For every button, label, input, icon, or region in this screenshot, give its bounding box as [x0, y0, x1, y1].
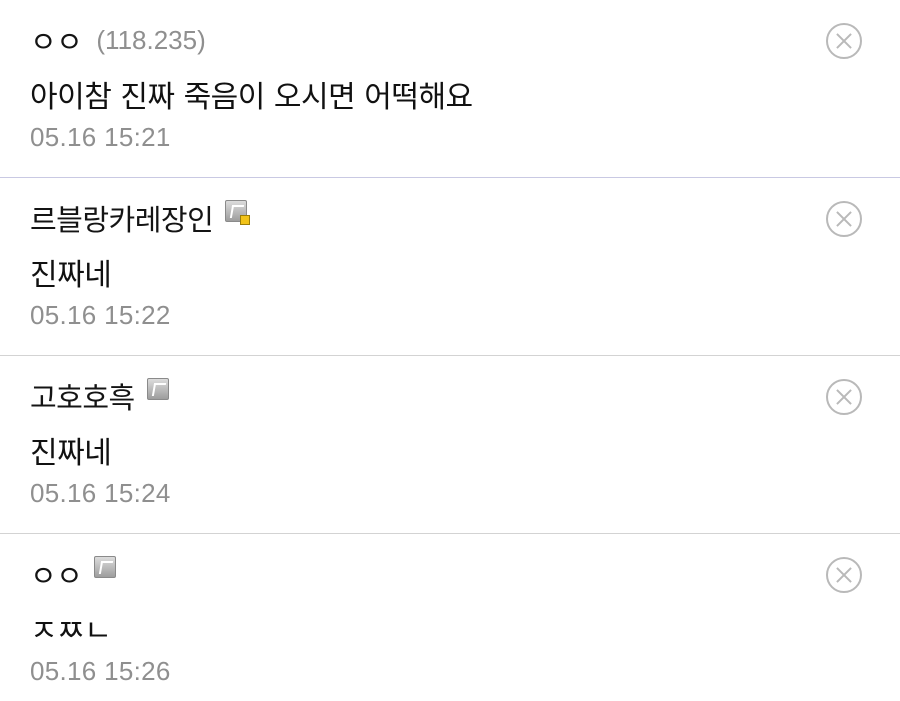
comment-text: 진짜네: [30, 436, 112, 471]
comment-item: 고호호흑 진짜네 05.16 15:24: [0, 356, 900, 534]
delete-comment-button[interactable]: [826, 379, 862, 415]
comment-ip: (118.235): [96, 24, 206, 55]
delete-comment-button[interactable]: [826, 201, 862, 237]
comment-text: ㅈㅉㄴ: [30, 614, 112, 649]
comment-author-row: ㅇㅇ: [30, 553, 117, 595]
comment-author[interactable]: ㅇㅇ: [30, 19, 83, 61]
comment-text: 진짜네: [30, 258, 112, 293]
fixed-nick-manager-icon: [225, 200, 251, 225]
delete-comment-button[interactable]: [826, 557, 862, 593]
comment-timestamp: 05.16 15:26: [30, 656, 171, 686]
fixed-nick-icon: [94, 556, 117, 578]
comment-list: ㅇㅇ (118.235) 아이참 진짜 죽음이 오시면 어떡해요 05.16 1…: [0, 0, 900, 701]
comment-text: 아이참 진짜 죽음이 오시면 어떡해요: [30, 80, 473, 115]
comment-author-row: 고호호흑: [30, 376, 169, 416]
comment-timestamp: 05.16 15:21: [30, 122, 171, 152]
comment-author-row: ㅇㅇ (118.235): [30, 20, 206, 60]
comment-timestamp: 05.16 15:22: [30, 300, 171, 330]
comment-timestamp: 05.16 15:24: [30, 478, 171, 508]
comment-item: ㅇㅇ (118.235) 아이참 진짜 죽음이 오시면 어떡해요 05.16 1…: [0, 0, 900, 178]
comment-author[interactable]: 고호호흑: [30, 375, 135, 417]
fixed-nick-icon: [146, 378, 169, 400]
comment-author[interactable]: 르블랑카레장인: [30, 197, 214, 239]
comment-author[interactable]: ㅇㅇ: [30, 553, 83, 595]
delete-comment-button[interactable]: [826, 23, 862, 59]
comment-item: ㅇㅇ ㅈㅉㄴ 05.16 15:26: [0, 534, 900, 701]
manager-badge-icon: [240, 215, 251, 225]
comment-item: 르블랑카레장인 진짜네 05.16 15:22: [0, 178, 900, 356]
comment-author-row: 르블랑카레장인: [30, 197, 251, 239]
